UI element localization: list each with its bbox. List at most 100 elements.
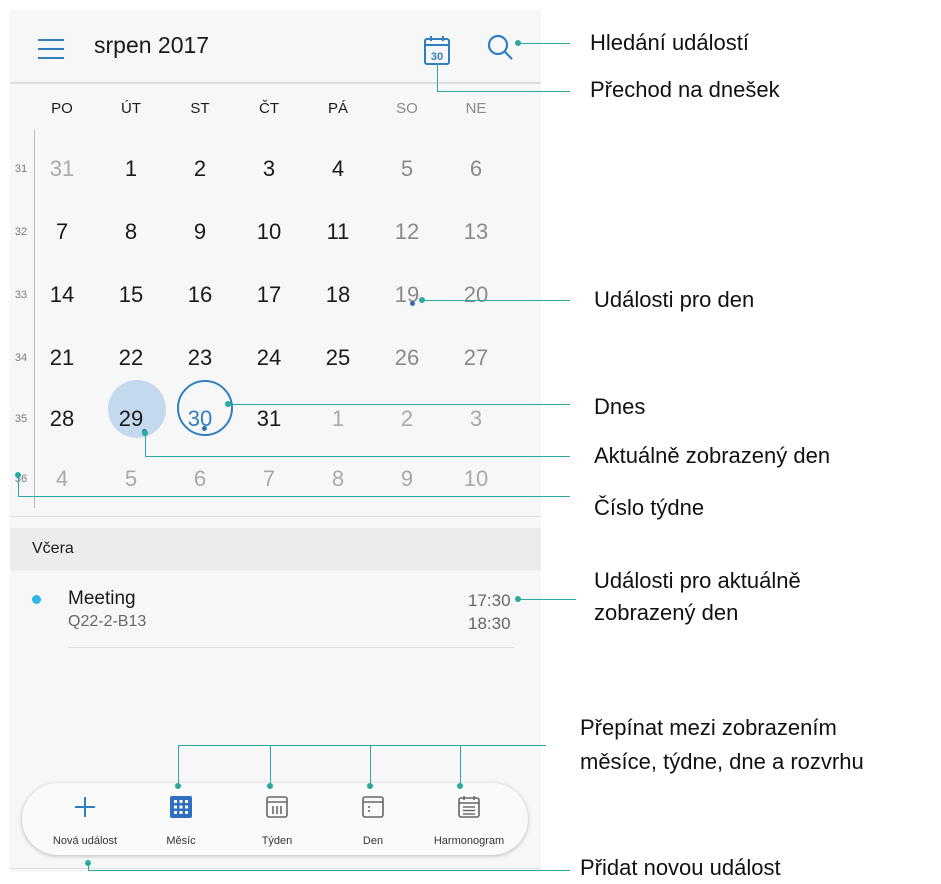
week-number: 32 [14, 226, 28, 238]
callout-line [270, 745, 271, 787]
new-event-button[interactable]: Nová událost [40, 783, 130, 855]
week-number: 35 [14, 413, 28, 425]
callout-line [460, 745, 461, 787]
day-cell[interactable]: 19 [377, 282, 437, 308]
month-title[interactable]: srpen 2017 [94, 32, 209, 59]
day-cell[interactable]: 5 [101, 466, 161, 492]
nav-label: Nová událost [52, 835, 118, 847]
tab-month[interactable]: Měsíc [136, 783, 226, 855]
day-cell[interactable]: 8 [308, 466, 368, 492]
callout-line [518, 599, 576, 600]
event-item[interactable]: Meeting Q22-2-B13 17:30 18:30 [10, 572, 541, 652]
callout-line [437, 63, 438, 92]
day-cell[interactable]: 16 [170, 282, 230, 308]
week-number-divider [34, 130, 35, 508]
nav-label: Týden [261, 835, 293, 847]
day-cell[interactable]: 18 [308, 282, 368, 308]
event-title: Meeting [68, 588, 136, 609]
tab-schedule[interactable]: Harmonogram [424, 783, 514, 855]
day-cell[interactable]: 3 [446, 406, 506, 432]
day-cell[interactable]: 1 [101, 156, 161, 182]
week-number: 31 [14, 163, 28, 175]
day-cell[interactable]: 14 [32, 282, 92, 308]
weekday-label: ÚT [121, 100, 141, 117]
day-cell[interactable]: 27 [446, 345, 506, 371]
day-cell[interactable]: 3 [239, 156, 299, 182]
tab-day[interactable]: Den [328, 783, 418, 855]
callout-line [178, 745, 179, 787]
bottom-divider [10, 868, 541, 869]
event-location: Q22-2-B13 [68, 613, 147, 630]
nav-label: Den [362, 835, 384, 847]
weekday-label: ST [190, 100, 210, 117]
callout-line [18, 496, 570, 497]
weekday-label: PO [51, 100, 73, 117]
day-cell[interactable]: 9 [377, 466, 437, 492]
section-label: Včera [32, 540, 74, 557]
day-cell[interactable]: 31 [239, 406, 299, 432]
day-cell[interactable]: 10 [446, 466, 506, 492]
callout-line [518, 43, 570, 44]
day-cell[interactable]: 4 [32, 466, 92, 492]
day-cell[interactable]: 1 [308, 406, 368, 432]
day-cell[interactable]: 17 [239, 282, 299, 308]
day-cell[interactable]: 24 [239, 345, 299, 371]
day-cell[interactable]: 9 [170, 219, 230, 245]
day-cell[interactable]: 12 [377, 219, 437, 245]
day-cell[interactable]: 2 [377, 406, 437, 432]
annotation-current-day: Aktuálně zobrazený den [594, 443, 831, 468]
event-indicator-dot [410, 301, 415, 306]
go-to-today-icon[interactable]: 30 [423, 34, 451, 66]
day-cell[interactable]: 6 [170, 466, 230, 492]
day-cell[interactable]: 29 [101, 406, 161, 432]
day-cell[interactable]: 13 [446, 219, 506, 245]
calendar-app: srpen 2017 30 PO ÚT ST ČT PÁ SO NE 31 31 1… [10, 10, 541, 872]
day-cell[interactable]: 22 [101, 345, 161, 371]
day-cell[interactable]: 7 [32, 219, 92, 245]
annotation-shown-day-events: zobrazený den [594, 600, 739, 625]
schedule-icon [458, 796, 480, 818]
annotation-new-event: Přidat novou událost [580, 855, 781, 880]
annotation-shown-day-events: Události pro aktuálně [594, 568, 801, 593]
menu-icon[interactable] [38, 39, 64, 59]
plus-icon [75, 797, 95, 817]
day-cell[interactable]: 4 [308, 156, 368, 182]
day-cell[interactable]: 26 [377, 345, 437, 371]
day-cell[interactable]: 11 [308, 219, 368, 245]
day-cell[interactable]: 23 [170, 345, 230, 371]
day-cell[interactable]: 30 [170, 406, 230, 432]
callout-line [437, 91, 570, 92]
event-separator [68, 647, 514, 648]
day-cell[interactable]: 25 [308, 345, 368, 371]
annotation-switch-views: Přepínat mezi zobrazením [580, 715, 837, 740]
callout-dot [267, 783, 273, 789]
tab-week[interactable]: Týden [232, 783, 322, 855]
day-cell[interactable]: 7 [239, 466, 299, 492]
day-cell[interactable]: 15 [101, 282, 161, 308]
day-cell[interactable]: 2 [170, 156, 230, 182]
weekday-label: SO [396, 100, 418, 117]
day-cell[interactable]: 8 [101, 219, 161, 245]
day-cell[interactable]: 6 [446, 156, 506, 182]
callout-line [145, 433, 146, 457]
day-cell[interactable]: 10 [239, 219, 299, 245]
event-end-time: 18:30 [468, 614, 511, 633]
day-cell[interactable]: 31 [32, 156, 92, 182]
annotation-switch-views: měsíce, týdne, dne a rozvrhu [580, 749, 864, 774]
callout-line [88, 870, 570, 871]
search-icon[interactable] [484, 32, 516, 64]
nav-label: Měsíc [166, 835, 196, 847]
agenda-section-header: Včera [10, 528, 541, 570]
day-cell[interactable]: 20 [446, 282, 506, 308]
callout-line [18, 475, 19, 497]
callout-dot [457, 783, 463, 789]
annotation-day-events: Události pro den [594, 287, 755, 312]
week-number: 33 [14, 289, 28, 301]
day-cell[interactable]: 5 [377, 156, 437, 182]
callout-line [228, 404, 570, 405]
day-cell[interactable]: 21 [32, 345, 92, 371]
day-cell[interactable]: 28 [32, 406, 92, 432]
nav-label: Harmonogram [433, 835, 505, 847]
callout-line [422, 300, 570, 301]
week-number: 34 [14, 352, 28, 364]
